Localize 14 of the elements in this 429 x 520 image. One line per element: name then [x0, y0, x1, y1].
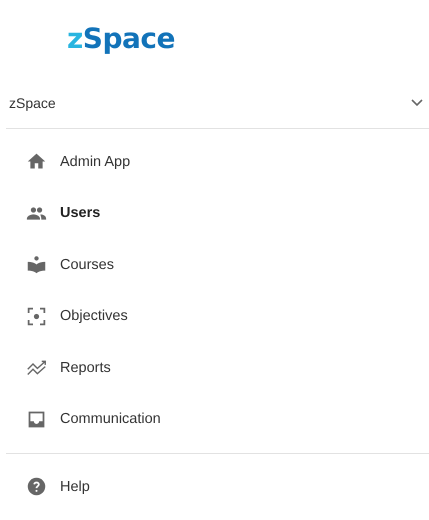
- help-icon: [26, 476, 47, 498]
- nav-item[interactable]: Courses: [0, 239, 114, 290]
- nav-item[interactable]: Communication: [0, 394, 161, 445]
- nav-item[interactable]: Users: [0, 188, 100, 239]
- organization-select[interactable]: zSpace: [6, 90, 429, 116]
- nav-item[interactable]: Admin App: [0, 136, 130, 188]
- nav-item[interactable]: Help: [0, 461, 90, 512]
- nav-item[interactable]: Reports: [0, 342, 111, 394]
- reader-icon: [26, 254, 47, 276]
- chevron-down-icon: [411, 99, 423, 107]
- inbox-icon: [26, 408, 47, 430]
- focus-icon: [26, 306, 47, 327]
- nav-item[interactable]: Objectives: [0, 290, 128, 342]
- logo: zSpace: [67, 22, 175, 56]
